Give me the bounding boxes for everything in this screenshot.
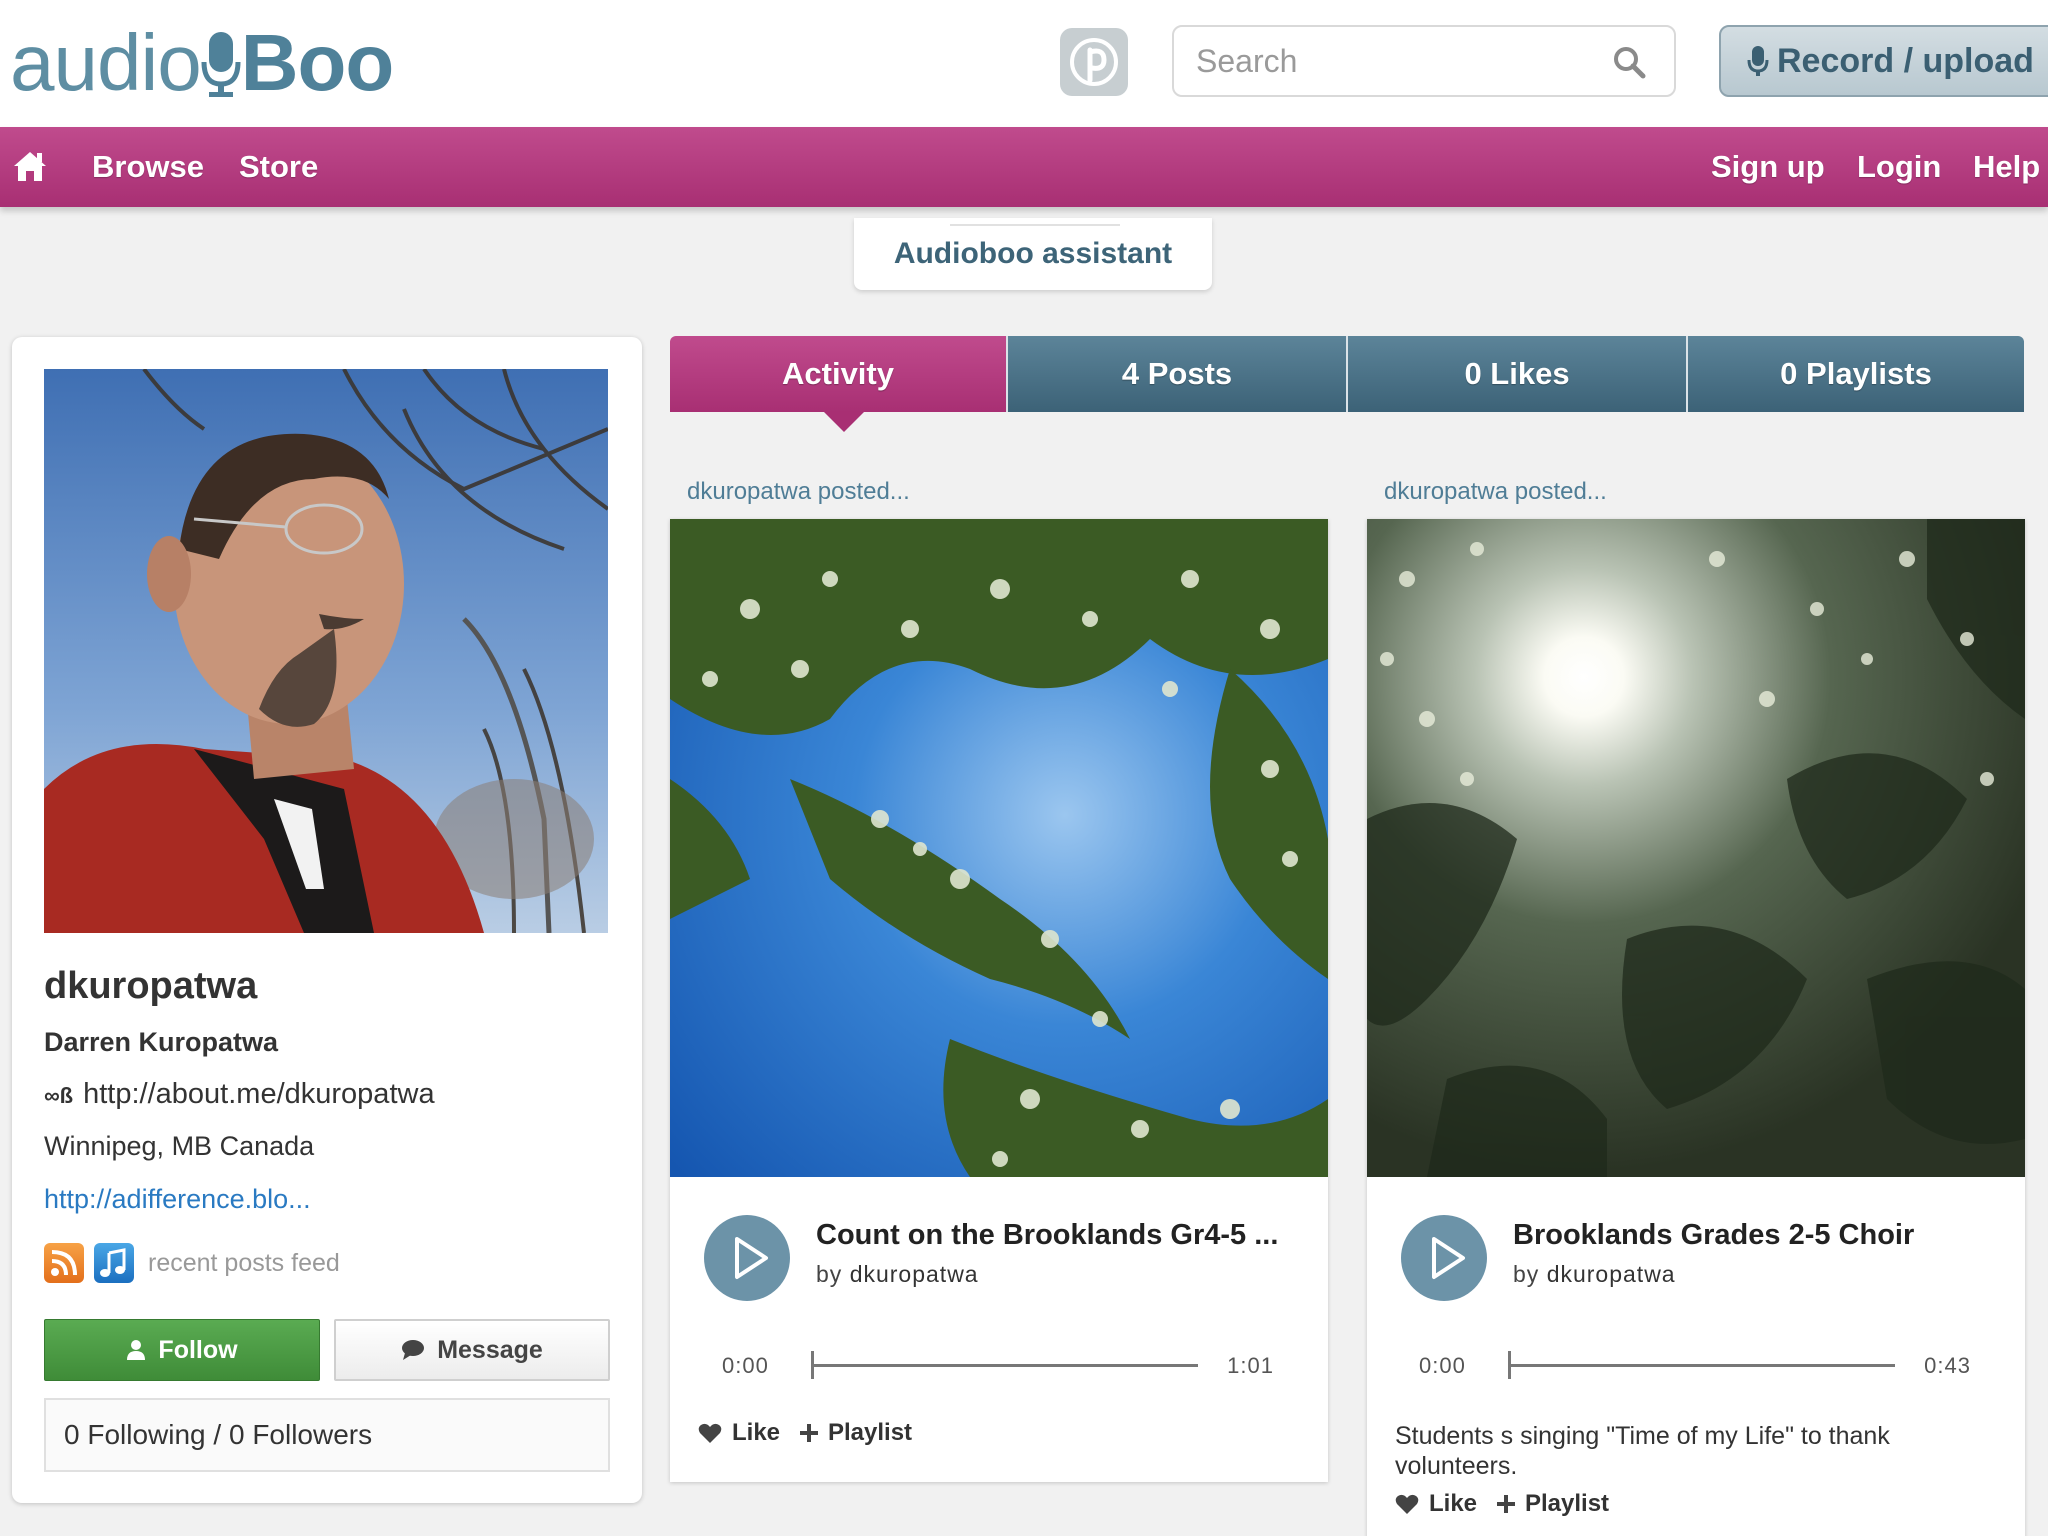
aboutme-url: http://about.me/dkuropatwa <box>83 1078 435 1110</box>
profile-tabs: Activity 4 Posts 0 Likes 0 Playlists <box>670 336 2024 432</box>
post-byline: by dkuropatwa <box>1513 1261 1676 1288</box>
profile-location: Winnipeg, MB Canada <box>44 1131 315 1161</box>
active-tab-pointer <box>824 412 864 432</box>
search-icon[interactable] <box>1612 45 1648 81</box>
recent-posts-feed: recent posts feed <box>44 1242 340 1284</box>
time-elapsed: 0:00 <box>722 1353 769 1378</box>
like-button[interactable]: Like <box>698 1417 780 1449</box>
play-button[interactable] <box>1401 1215 1487 1301</box>
audio-progress-track[interactable] <box>1511 1364 1895 1367</box>
add-to-playlist-button[interactable]: Playlist <box>1497 1488 1609 1520</box>
play-button[interactable] <box>704 1215 790 1301</box>
audio-progress-handle[interactable] <box>811 1351 814 1379</box>
audio-progress-track[interactable] <box>814 1364 1198 1367</box>
like-label: Like <box>732 1419 781 1446</box>
post-card: Count on the Brooklands Gr4-5 ... by dku… <box>670 519 1328 1482</box>
aboutme-icon: ∞ß <box>44 1083 74 1108</box>
nav-browse[interactable]: Browse <box>92 127 204 207</box>
post-meta[interactable]: dkuropatwa posted... <box>1384 478 1607 506</box>
like-label: Like <box>1429 1490 1478 1517</box>
rss-feed-icon[interactable] <box>44 1243 84 1283</box>
profile-username: dkuropatwa <box>44 965 258 1007</box>
tab-likes[interactable]: 0 Likes <box>1348 336 1688 412</box>
post-card: Brooklands Grades 2-5 Choir by dkuropatw… <box>1367 519 2025 1536</box>
itunes-icon[interactable] <box>94 1243 134 1283</box>
plus-icon <box>800 1424 818 1442</box>
tab-activity[interactable]: Activity <box>670 336 1008 412</box>
audio-progress-handle[interactable] <box>1508 1351 1511 1379</box>
profile-card: dkuropatwa Darren Kuropatwa ∞ß http://abo… <box>12 337 642 1503</box>
follow-button[interactable]: Follow <box>44 1319 320 1381</box>
time-duration: 1:01 <box>1227 1353 1274 1378</box>
profile-avatar <box>44 369 608 933</box>
logo-text-light: audio <box>10 18 202 107</box>
main-nav: Browse Store Sign up Login Help <box>0 127 2048 207</box>
follow-stats[interactable]: 0 Following / 0 Followers <box>44 1398 610 1472</box>
by-prefix: by <box>1513 1261 1540 1287</box>
pinterest-icon[interactable] <box>1060 28 1128 96</box>
post-author-link[interactable]: dkuropatwa <box>850 1261 979 1287</box>
profile-website-link[interactable]: http://adifference.blo... <box>44 1184 311 1215</box>
play-icon <box>1432 1237 1465 1279</box>
tab-posts[interactable]: 4 Posts <box>1008 336 1348 412</box>
profile-full-name: Darren Kuropatwa <box>44 1027 279 1057</box>
nav-store[interactable]: Store <box>239 127 318 207</box>
search-input[interactable] <box>1196 27 1616 95</box>
plus-icon <box>1497 1495 1515 1513</box>
microphone-icon <box>1747 46 1769 76</box>
tab-playlists[interactable]: 0 Playlists <box>1688 336 2024 412</box>
heart-icon <box>698 1423 722 1443</box>
post-image[interactable] <box>1367 519 2025 1177</box>
post-description: Students s singing "Time of my Life" to … <box>1395 1422 1890 1480</box>
site-header: audio Boo Search Record / upload <box>0 0 2048 127</box>
post-author-link[interactable]: dkuropatwa <box>1547 1261 1676 1287</box>
post-image[interactable] <box>670 519 1328 1177</box>
logo-mic-icon <box>201 18 241 108</box>
user-icon <box>127 1340 146 1360</box>
feed-label: recent posts feed <box>148 1248 340 1277</box>
playlist-label: Playlist <box>828 1419 913 1446</box>
playlist-label: Playlist <box>1525 1490 1610 1517</box>
add-to-playlist-button[interactable]: Playlist <box>800 1417 912 1449</box>
record-upload-label: Record / upload <box>1777 41 2034 80</box>
post-title[interactable]: Count on the Brooklands Gr4-5 ... <box>816 1219 1306 1252</box>
post-byline: by dkuropatwa <box>816 1261 979 1288</box>
nav-login[interactable]: Login <box>1857 127 1941 207</box>
audioboo-logo[interactable]: audio Boo <box>10 18 395 108</box>
audioboo-assistant-tab[interactable]: Audioboo assistant <box>854 218 1212 290</box>
nav-sign-up[interactable]: Sign up <box>1711 127 1825 207</box>
search-box <box>1172 25 1676 97</box>
like-button[interactable]: Like <box>1395 1488 1477 1520</box>
post-meta[interactable]: dkuropatwa posted... <box>687 478 910 506</box>
time-duration: 0:43 <box>1924 1353 1971 1378</box>
time-elapsed: 0:00 <box>1419 1353 1466 1378</box>
heart-icon <box>1395 1494 1419 1514</box>
message-button[interactable]: Message <box>334 1319 610 1381</box>
profile-aboutme-link[interactable]: ∞ß http://about.me/dkuropatwa <box>44 1078 435 1111</box>
by-prefix: by <box>816 1261 843 1287</box>
nav-help[interactable]: Help <box>1973 127 2040 207</box>
speech-bubble-icon <box>402 1340 425 1360</box>
post-title[interactable]: Brooklands Grades 2-5 Choir <box>1513 1219 2003 1252</box>
play-icon <box>735 1237 768 1279</box>
logo-text-bold: Boo <box>240 18 395 107</box>
home-icon[interactable] <box>12 149 48 183</box>
follow-label: Follow <box>158 1335 238 1364</box>
record-upload-button[interactable]: Record / upload <box>1719 25 2048 97</box>
message-label: Message <box>437 1335 543 1364</box>
